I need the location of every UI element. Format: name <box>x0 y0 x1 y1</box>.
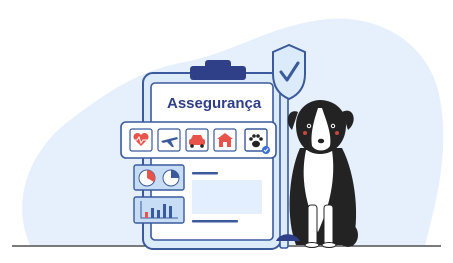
car-auto-icon[interactable] <box>185 128 209 152</box>
selected-check-icon <box>262 146 270 154</box>
clipboard: Assegurança <box>120 60 282 250</box>
illustration-scene: Assegurança <box>0 0 453 263</box>
bar-chart-card <box>133 196 185 224</box>
airplane-travel-icon[interactable] <box>157 128 181 152</box>
paw-pet-icon[interactable] <box>244 128 270 154</box>
pet-insurance-illustration: Assegurança <box>12 18 444 250</box>
house-home-icon[interactable] <box>213 128 237 152</box>
clipboard-title: Assegurança <box>167 95 262 112</box>
heart-health-icon[interactable] <box>129 128 153 152</box>
pie-chart-card <box>133 164 185 191</box>
